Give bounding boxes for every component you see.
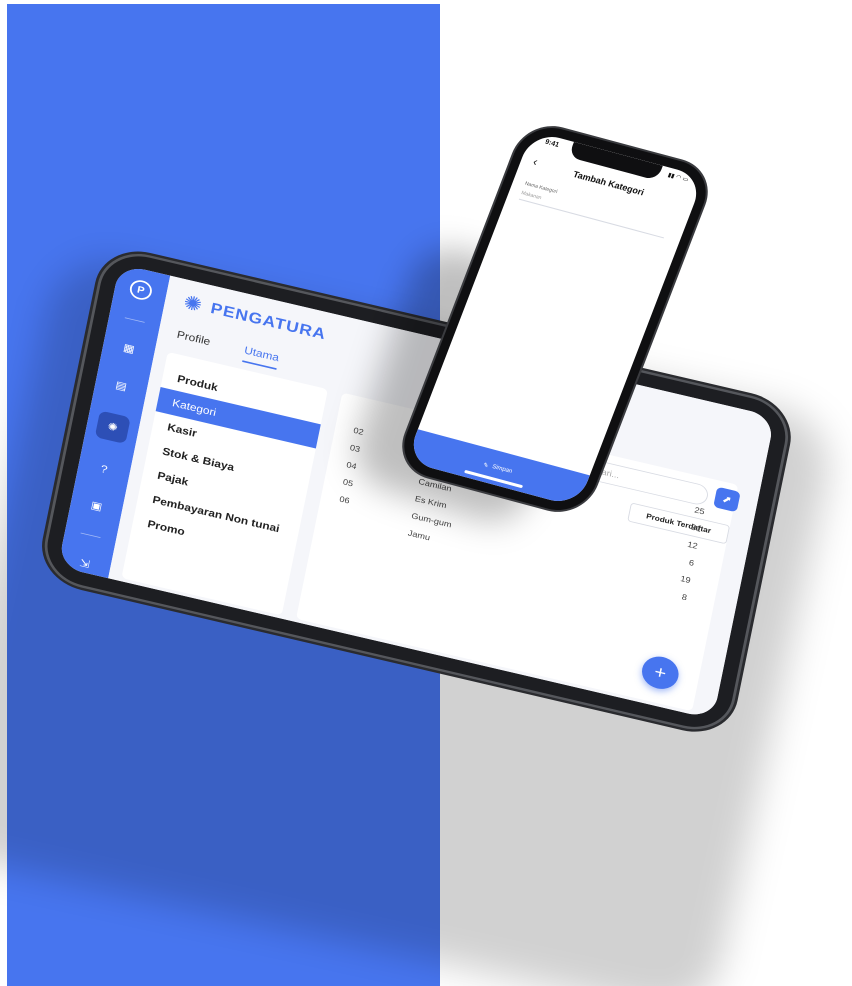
rail-divider [80, 532, 101, 538]
add-category-button[interactable]: + [639, 652, 682, 693]
tab-utama[interactable]: Utama [242, 343, 281, 370]
category-name-input[interactable]: Makanan [518, 190, 668, 239]
document-icon[interactable]: ▤ [110, 375, 133, 396]
back-arrow-icon[interactable]: ‹ [531, 155, 540, 169]
tab-profile[interactable]: Profile [175, 328, 212, 354]
page-title: PENGATURA [209, 299, 328, 344]
save-label: Simpan [491, 463, 513, 475]
export-icon: ⬈ [721, 492, 733, 507]
settings-gear-icon: ✺ [181, 291, 204, 317]
store-icon[interactable]: ▦ [117, 338, 140, 359]
status-time: 9:41 [543, 138, 561, 149]
status-icons: ▮▮ ◠ ▭ [666, 172, 690, 184]
export-button[interactable]: ⬈ [713, 486, 741, 513]
help-icon[interactable]: ? [93, 458, 116, 479]
gear-icon[interactable]: ✺ [94, 410, 131, 444]
folder-icon[interactable]: ▣ [85, 495, 108, 516]
logout-icon[interactable]: ⇲ [73, 553, 96, 574]
rail-divider [124, 316, 145, 323]
app-logo-icon[interactable]: P [128, 278, 154, 302]
save-icon: ✎ [482, 462, 490, 470]
settings-menu: Produk Kategori Kasir Stok & Biaya Pajak… [121, 351, 329, 616]
